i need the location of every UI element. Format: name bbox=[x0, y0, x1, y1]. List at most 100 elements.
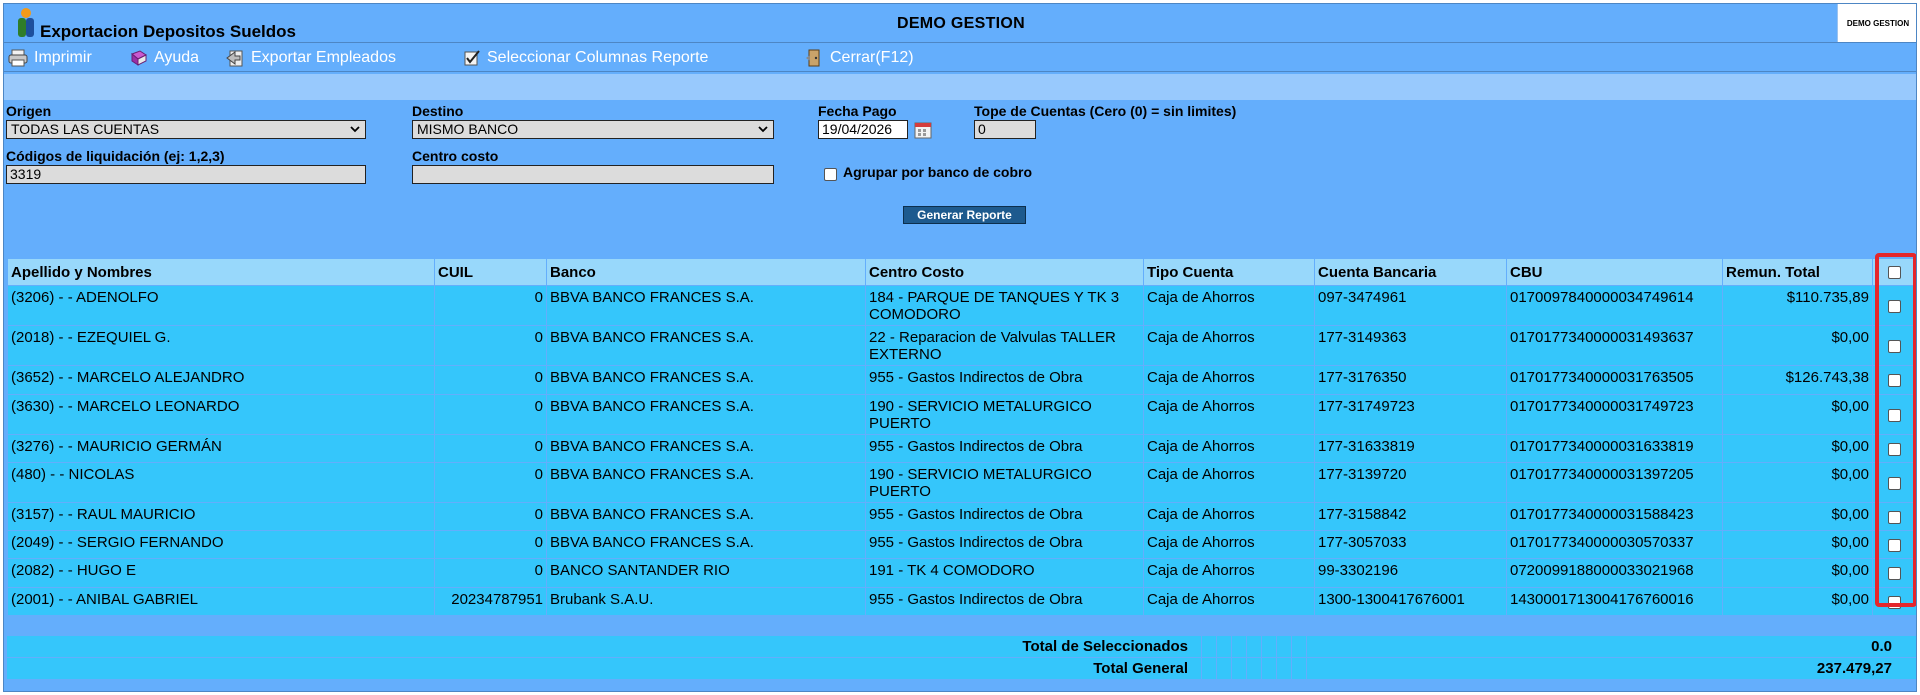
cell-nombre: (480) - - NICOLAS bbox=[7, 462, 435, 503]
cell-cuenta-bancaria: 99-3302196 bbox=[1314, 558, 1507, 588]
cell-cuil: 0 bbox=[434, 502, 547, 531]
row-checkbox[interactable] bbox=[1888, 476, 1901, 490]
cell-cbu: 0170177340000031633819 bbox=[1506, 434, 1723, 463]
centro-costo-input[interactable] bbox=[412, 165, 774, 184]
cell-tipo-cuenta: Caja de Ahorros bbox=[1143, 285, 1315, 326]
cell-nombre: (3276) - - MAURICIO GERMÁN bbox=[7, 434, 435, 463]
cell-remun-total: $110.735,89 bbox=[1722, 285, 1873, 326]
cell-cbu: 0170177340000031763505 bbox=[1506, 365, 1723, 395]
codigos-input[interactable]: 3319 bbox=[6, 165, 366, 184]
centro-costo-label: Centro costo bbox=[412, 148, 499, 164]
cell-cuil: 0 bbox=[434, 325, 547, 366]
row-checkbox[interactable] bbox=[1888, 538, 1901, 552]
row-checkbox[interactable] bbox=[1888, 408, 1901, 422]
cell-centro-costo: 191 - TK 4 COMODORO bbox=[865, 558, 1144, 588]
print-label: Imprimir bbox=[34, 49, 92, 66]
cell-tipo-cuenta: Caja de Ahorros bbox=[1143, 558, 1315, 588]
fecha-pago-input[interactable]: 19/04/2026 bbox=[818, 120, 908, 139]
export-employees-button[interactable]: Exportar Empleados bbox=[225, 47, 396, 69]
export-icon bbox=[226, 50, 243, 67]
total-seleccionados-row: Total de Seleccionados 0.0 bbox=[7, 636, 1916, 657]
cell-remun-total: $0,00 bbox=[1722, 558, 1873, 588]
cell-cbu: 0720099188000033021968 bbox=[1506, 558, 1723, 588]
cell-centro-costo: 184 - PARQUE DE TANQUES Y TK 3 COMODORO bbox=[865, 285, 1144, 326]
cell-nombre: (3206) - - ADENOLFO bbox=[7, 285, 435, 326]
cell-centro-costo: 22 - Reparacion de Valvulas TALLER EXTER… bbox=[865, 325, 1144, 366]
codigos-label: Códigos de liquidación (ej: 1,2,3) bbox=[6, 148, 225, 164]
col-apellido-nombres[interactable]: Apellido y Nombres bbox=[7, 258, 435, 286]
table-header-row: Apellido y Nombres CUIL Banco Centro Cos… bbox=[7, 258, 1916, 286]
cell-banco: BBVA BANCO FRANCES S.A. bbox=[546, 325, 866, 366]
row-checkbox[interactable] bbox=[1888, 299, 1901, 313]
cell-banco: BBVA BANCO FRANCES S.A. bbox=[546, 530, 866, 559]
cell-nombre: (2049) - - SERGIO FERNANDO bbox=[7, 530, 435, 559]
company-title: DEMO GESTION bbox=[896, 15, 1026, 32]
table-row: (3276) - - MAURICIO GERMÁN 0 BBVA BANCO … bbox=[7, 434, 1916, 463]
cell-remun-total: $0,00 bbox=[1722, 325, 1873, 366]
row-checkbox[interactable] bbox=[1888, 567, 1901, 581]
cell-nombre: (2082) - - HUGO E bbox=[7, 558, 435, 588]
printer-icon bbox=[8, 49, 28, 67]
row-checkbox[interactable] bbox=[1888, 339, 1901, 353]
close-label: Cerrar(F12) bbox=[830, 49, 914, 66]
cell-select bbox=[1872, 502, 1916, 531]
fecha-pago-label: Fecha Pago bbox=[818, 103, 897, 119]
cell-cuenta-bancaria: 177-3139720 bbox=[1314, 462, 1507, 503]
row-checkbox[interactable] bbox=[1888, 442, 1901, 456]
col-cuenta-bancaria[interactable]: Cuenta Bancaria bbox=[1314, 258, 1507, 286]
cell-centro-costo: 955 - Gastos Indirectos de Obra bbox=[865, 530, 1144, 559]
cell-remun-total: $0,00 bbox=[1722, 434, 1873, 463]
cell-nombre: (3157) - - RAUL MAURICIO bbox=[7, 502, 435, 531]
help-button[interactable]: Ayuda bbox=[130, 47, 199, 69]
cell-remun-total: $0,00 bbox=[1722, 394, 1873, 435]
generate-report-button[interactable]: Generar Reporte bbox=[903, 206, 1026, 224]
col-tipo-cuenta[interactable]: Tipo Cuenta bbox=[1143, 258, 1315, 286]
agrupar-checkbox[interactable] bbox=[824, 168, 837, 181]
col-cbu[interactable]: CBU bbox=[1506, 258, 1723, 286]
cell-tipo-cuenta: Caja de Ahorros bbox=[1143, 502, 1315, 531]
toolbar: Imprimir Ayuda Exportar Empleados Selecc… bbox=[4, 42, 1916, 72]
cell-banco: BBVA BANCO FRANCES S.A. bbox=[546, 502, 866, 531]
cell-cuenta-bancaria: 097-3474961 bbox=[1314, 285, 1507, 326]
table-row: (2049) - - SERGIO FERNANDO 0 BBVA BANCO … bbox=[7, 530, 1916, 559]
cell-cuil: 0 bbox=[434, 558, 547, 588]
cell-cuenta-bancaria: 177-3176350 bbox=[1314, 365, 1507, 395]
cell-nombre: (3652) - - MARCELO ALEJANDRO bbox=[7, 365, 435, 395]
row-checkbox[interactable] bbox=[1888, 374, 1901, 388]
cell-select bbox=[1872, 462, 1916, 503]
company-logo-badge: DEMO GESTION bbox=[1837, 4, 1916, 42]
row-checkbox[interactable] bbox=[1888, 595, 1901, 609]
chevron-down-icon bbox=[758, 126, 768, 133]
calendar-icon[interactable] bbox=[913, 119, 935, 141]
results-table: Apellido y Nombres CUIL Banco Centro Cos… bbox=[7, 258, 1916, 616]
row-checkbox[interactable] bbox=[1888, 510, 1901, 524]
origen-select[interactable]: TODAS LAS CUENTAS bbox=[6, 120, 366, 139]
cell-cuenta-bancaria: 177-3057033 bbox=[1314, 530, 1507, 559]
total-general-row: Total General 237.479,27 bbox=[7, 658, 1916, 679]
table-row: (3157) - - RAUL MAURICIO 0 BBVA BANCO FR… bbox=[7, 502, 1916, 531]
table-row: (2082) - - HUGO E 0 BANCO SANTANDER RIO … bbox=[7, 558, 1916, 588]
col-banco[interactable]: Banco bbox=[546, 258, 866, 286]
cell-nombre: (2001) - - ANIBAL GABRIEL bbox=[7, 587, 435, 616]
tope-input[interactable]: 0 bbox=[974, 120, 1036, 139]
chevron-down-icon bbox=[350, 126, 360, 133]
col-remun-total[interactable]: Remun. Total bbox=[1722, 258, 1873, 286]
cell-remun-total: $126.743,38 bbox=[1722, 365, 1873, 395]
cell-remun-total: $0,00 bbox=[1722, 462, 1873, 503]
cell-cbu: 0170177340000031749723 bbox=[1506, 394, 1723, 435]
select-columns-button[interactable]: Seleccionar Columnas Reporte bbox=[463, 47, 708, 69]
destino-select[interactable]: MISMO BANCO bbox=[412, 120, 774, 139]
select-all-checkbox[interactable] bbox=[1888, 266, 1901, 280]
table-row: (3630) - - MARCELO LEONARDO 0 BBVA BANCO… bbox=[7, 394, 1916, 435]
origen-value: TODAS LAS CUENTAS bbox=[11, 121, 160, 137]
cell-centro-costo: 190 - SERVICIO METALURGICO PUERTO bbox=[865, 462, 1144, 503]
cell-cbu: 0170097840000034749614 bbox=[1506, 285, 1723, 326]
print-button[interactable]: Imprimir bbox=[8, 47, 92, 69]
col-centro-costo[interactable]: Centro Costo bbox=[865, 258, 1144, 286]
cell-select bbox=[1872, 365, 1916, 395]
close-button[interactable]: Cerrar(F12) bbox=[804, 47, 914, 69]
tope-label: Tope de Cuentas (Cero (0) = sin limites) bbox=[974, 103, 1237, 119]
col-cuil[interactable]: CUIL bbox=[434, 258, 547, 286]
table-row: (480) - - NICOLAS 0 BBVA BANCO FRANCES S… bbox=[7, 462, 1916, 503]
cell-tipo-cuenta: Caja de Ahorros bbox=[1143, 462, 1315, 503]
